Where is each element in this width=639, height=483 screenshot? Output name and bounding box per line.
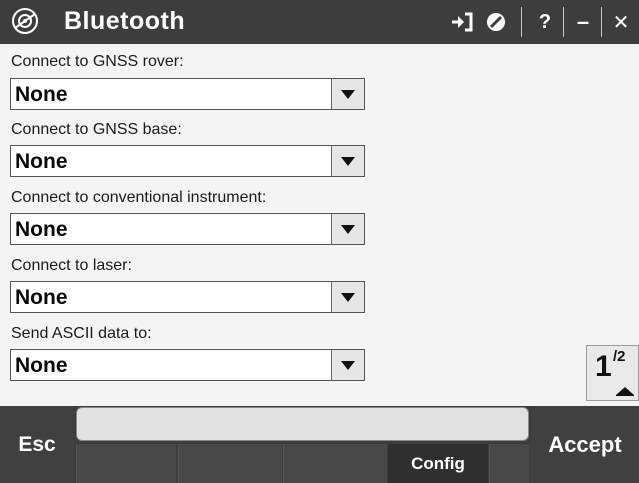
softkey-empty[interactable] xyxy=(489,444,529,483)
page-up-icon xyxy=(616,387,634,396)
conventional-instrument-select[interactable]: None xyxy=(10,213,365,245)
title-bar: Bluetooth ? – ✕ xyxy=(0,0,639,44)
no-entry-icon[interactable] xyxy=(480,7,512,37)
accept-button[interactable]: Accept xyxy=(531,406,639,483)
page-total: /2 xyxy=(613,348,626,365)
chevron-down-icon[interactable] xyxy=(331,350,364,380)
chevron-down-icon[interactable] xyxy=(331,282,364,312)
select-value: None xyxy=(15,218,68,241)
field-label-gnss-base: Connect to GNSS base: xyxy=(11,121,182,138)
softkey-empty[interactable] xyxy=(283,444,387,483)
chevron-down-icon[interactable] xyxy=(331,214,364,244)
help-icon[interactable]: ? xyxy=(528,7,562,37)
field-label-ascii-data: Send ASCII data to: xyxy=(11,325,152,342)
window-title: Bluetooth xyxy=(64,7,186,35)
minimize-label: – xyxy=(576,9,590,34)
softkey-empty[interactable] xyxy=(178,444,282,483)
close-label: ✕ xyxy=(612,11,630,34)
gnss-rover-select[interactable]: None xyxy=(10,78,365,110)
divider xyxy=(563,7,564,37)
softkey-empty[interactable] xyxy=(76,444,176,483)
softkey-bar: Esc Config Accept xyxy=(0,406,639,483)
chevron-down-icon[interactable] xyxy=(331,79,364,109)
bluetooth-form: Connect to GNSS rover: None Connect to G… xyxy=(0,44,639,406)
chevron-down-icon[interactable] xyxy=(331,146,364,176)
select-value: None xyxy=(15,354,68,377)
laser-select[interactable]: None xyxy=(10,281,365,313)
field-label-conventional-instrument: Connect to conventional instrument: xyxy=(11,189,267,206)
status-bar xyxy=(76,407,529,441)
help-label: ? xyxy=(538,10,552,33)
close-icon[interactable]: ✕ xyxy=(604,7,638,37)
select-value: None xyxy=(15,286,68,309)
page-current: 1 xyxy=(595,350,612,383)
select-value: None xyxy=(15,83,68,106)
config-button[interactable]: Config xyxy=(388,444,488,483)
gnss-base-select[interactable]: None xyxy=(10,145,365,177)
ascii-data-select[interactable]: None xyxy=(10,349,365,381)
divider xyxy=(521,7,522,37)
minimize-icon[interactable]: – xyxy=(566,7,600,37)
esc-button[interactable]: Esc xyxy=(0,406,74,483)
field-label-laser: Connect to laser: xyxy=(11,257,132,274)
field-label-gnss-rover: Connect to GNSS rover: xyxy=(11,53,184,70)
select-value: None xyxy=(15,150,68,173)
page-toggle-button[interactable]: 1 /2 xyxy=(586,345,639,401)
exit-icon[interactable] xyxy=(444,7,480,37)
divider xyxy=(601,7,602,37)
bluetooth-app-icon[interactable] xyxy=(10,6,40,36)
